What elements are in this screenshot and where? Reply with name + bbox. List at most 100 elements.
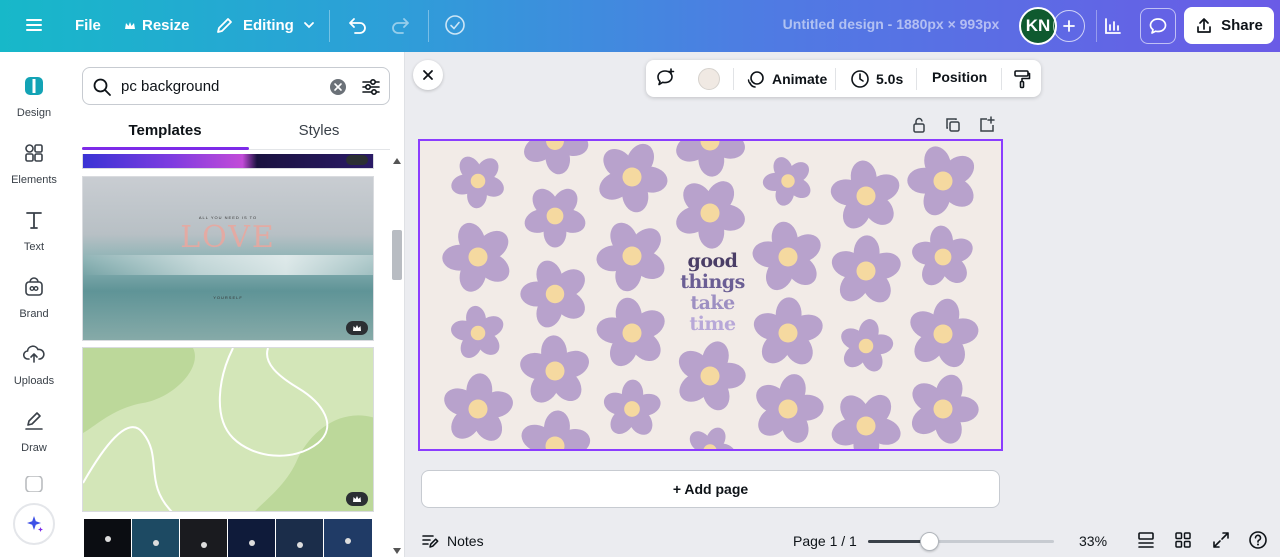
scroll-down-icon bbox=[393, 548, 401, 554]
document-title[interactable]: Untitled design - 1880px × 993px bbox=[760, 16, 1022, 32]
rail-label: Uploads bbox=[13, 375, 55, 387]
flower bbox=[444, 373, 513, 441]
redo-button[interactable] bbox=[390, 14, 412, 36]
zoom-slider-handle[interactable] bbox=[920, 532, 940, 551]
flower bbox=[841, 319, 894, 372]
page-indicator[interactable]: Page 1 / 1 bbox=[793, 533, 857, 549]
clear-icon[interactable] bbox=[329, 78, 347, 96]
close-panel-button[interactable] bbox=[413, 60, 443, 90]
zoom-slider[interactable] bbox=[868, 532, 1054, 551]
tab-styles[interactable]: Styles bbox=[236, 122, 402, 139]
top-bar: File Resize Editing Untitled design - 18… bbox=[0, 0, 1280, 52]
editing-dropdown[interactable]: Editing bbox=[215, 15, 316, 35]
duplicate-page-button[interactable] bbox=[944, 116, 962, 134]
flower bbox=[524, 141, 589, 175]
divider bbox=[329, 10, 330, 42]
rail-item-elements[interactable]: Elements bbox=[0, 136, 68, 186]
tab-templates[interactable]: Templates bbox=[82, 122, 248, 139]
add-page-button[interactable]: + Add page bbox=[421, 470, 1000, 508]
menu-button[interactable] bbox=[24, 15, 44, 35]
add-comment-button[interactable] bbox=[654, 67, 676, 89]
template-preview bbox=[84, 519, 372, 557]
help-button[interactable] bbox=[1248, 530, 1268, 550]
divider bbox=[1001, 68, 1002, 90]
comment-icon bbox=[1149, 18, 1167, 34]
invite-button[interactable] bbox=[1053, 10, 1085, 42]
rail-item-more[interactable] bbox=[0, 476, 68, 492]
design-canvas[interactable]: good things take time bbox=[418, 139, 1003, 451]
flower bbox=[753, 297, 823, 365]
undo-button[interactable] bbox=[346, 14, 368, 36]
template-thumbnail[interactable] bbox=[84, 519, 372, 557]
thumb-love-text: LOVE bbox=[180, 220, 276, 255]
magic-assistant-button[interactable] bbox=[13, 503, 55, 545]
rail-label: Brand bbox=[19, 308, 49, 320]
divider bbox=[428, 10, 429, 42]
add-page-button-small[interactable] bbox=[978, 116, 996, 134]
active-tab-indicator bbox=[82, 147, 249, 150]
flower bbox=[451, 156, 504, 209]
search-box[interactable]: pc background bbox=[82, 67, 390, 105]
template-thumbnail[interactable]: ALL YOU NEED IS TO LOVE YOURSELF bbox=[82, 176, 374, 341]
grid-icon bbox=[1175, 532, 1191, 548]
flower bbox=[752, 221, 821, 291]
notes-button[interactable]: Notes bbox=[421, 532, 484, 550]
scrollbar-thumb[interactable] bbox=[392, 230, 402, 280]
uploads-icon bbox=[23, 345, 45, 363]
rail-label: Design bbox=[16, 107, 52, 119]
avatar[interactable]: KN bbox=[1019, 7, 1057, 45]
flower bbox=[520, 335, 589, 403]
fullscreen-button[interactable] bbox=[1211, 530, 1231, 550]
apps-icon bbox=[25, 476, 43, 492]
rail-item-uploads[interactable]: Uploads bbox=[0, 337, 68, 387]
scrollbar[interactable] bbox=[391, 156, 403, 557]
flower bbox=[912, 225, 973, 286]
flower bbox=[596, 222, 665, 292]
flower bbox=[521, 410, 591, 449]
grid-view-button[interactable] bbox=[1173, 530, 1193, 550]
file-menu[interactable]: File bbox=[75, 17, 101, 34]
search-icon bbox=[93, 78, 111, 96]
insights-button[interactable] bbox=[1095, 8, 1131, 44]
duration-button[interactable]: 5.0s bbox=[850, 69, 903, 89]
canvas-text[interactable]: good things take time bbox=[675, 251, 750, 335]
share-button[interactable]: Share bbox=[1184, 7, 1274, 44]
chevron-down-icon bbox=[303, 22, 314, 29]
template-thumbnail[interactable] bbox=[82, 154, 374, 169]
filter-icon[interactable] bbox=[361, 77, 381, 97]
pencil-icon bbox=[217, 18, 232, 33]
comments-button[interactable] bbox=[1140, 8, 1176, 44]
rail-item-brand[interactable]: Brand bbox=[0, 270, 68, 320]
brand-icon bbox=[25, 277, 43, 296]
resize-label: Resize bbox=[142, 17, 190, 34]
text-line: good bbox=[687, 250, 738, 272]
resize-button[interactable]: Resize bbox=[124, 17, 190, 34]
template-preview bbox=[83, 348, 373, 511]
rail-item-design[interactable]: Design bbox=[0, 69, 68, 119]
premium-badge bbox=[346, 492, 368, 506]
divider bbox=[835, 68, 836, 90]
animate-button[interactable]: Animate bbox=[746, 69, 827, 89]
notes-label: Notes bbox=[447, 533, 484, 549]
copy-style-button[interactable] bbox=[1012, 69, 1032, 89]
template-thumbnail[interactable] bbox=[82, 347, 374, 512]
flower bbox=[596, 297, 665, 367]
scroll-up-icon bbox=[393, 158, 401, 164]
background-color-swatch[interactable] bbox=[698, 68, 720, 90]
rail-label: Elements bbox=[11, 174, 57, 186]
zoom-level[interactable]: 33% bbox=[1079, 533, 1107, 549]
search-input[interactable]: pc background bbox=[121, 78, 219, 95]
save-status-button[interactable] bbox=[443, 13, 467, 37]
text-line: things bbox=[680, 271, 745, 293]
expand-icon bbox=[1213, 532, 1229, 548]
close-icon bbox=[423, 70, 433, 80]
flower bbox=[603, 379, 661, 435]
draw-icon bbox=[25, 412, 43, 430]
position-button[interactable]: Position bbox=[932, 69, 987, 85]
templates-panel: pc background Templates Styles ALL YOU N… bbox=[68, 52, 405, 557]
rail-label: Text bbox=[23, 241, 45, 253]
rail-item-text[interactable]: Text bbox=[0, 203, 68, 253]
rail-item-draw[interactable]: Draw bbox=[0, 404, 68, 454]
page-lock-button[interactable] bbox=[910, 116, 928, 134]
pages-view-button[interactable] bbox=[1136, 530, 1156, 550]
